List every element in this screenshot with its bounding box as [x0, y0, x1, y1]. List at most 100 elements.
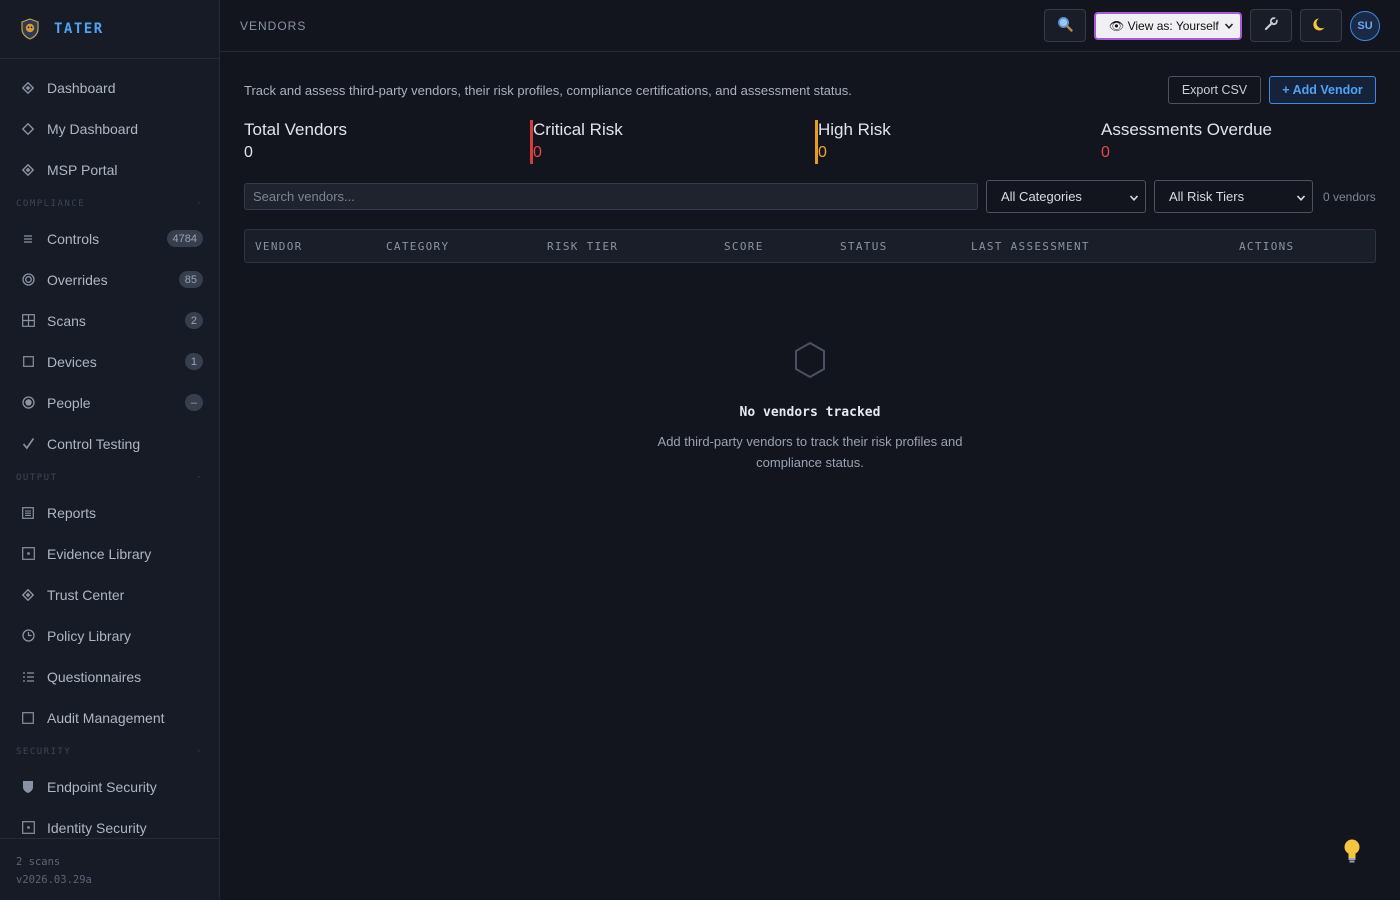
- export-csv-button[interactable]: Export CSV: [1168, 76, 1261, 104]
- add-vendor-button[interactable]: + Add Vendor: [1269, 76, 1376, 104]
- avatar[interactable]: SU: [1350, 11, 1380, 41]
- sidebar-item-label: Devices: [47, 353, 97, 370]
- collapse-icon: ·: [196, 473, 203, 483]
- sidebar-item-my-dashboard[interactable]: My Dashboard: [0, 108, 219, 149]
- sidebar-item-trust-center[interactable]: Trust Center: [0, 574, 219, 615]
- shield-icon: [20, 779, 36, 795]
- sidebar-item-label: Questionnaires: [47, 668, 142, 685]
- sidebar-item-label: Evidence Library: [47, 545, 152, 562]
- stat-total-vendors: Total Vendors 0: [244, 120, 347, 164]
- sidebar-item-label: Reports: [47, 504, 97, 521]
- square-icon: [20, 710, 36, 726]
- category-select-value: All Categories: [1001, 189, 1082, 204]
- section-security[interactable]: SECURITY ·: [0, 738, 219, 766]
- view-as-label: 👁 View as: Yourself: [1109, 19, 1219, 33]
- tater-logo-icon: [20, 18, 40, 40]
- sidebar-item-questionnaires[interactable]: Questionnaires: [0, 656, 219, 697]
- brand[interactable]: TATER: [0, 0, 219, 59]
- stat-value: 0: [244, 144, 253, 161]
- diamond-icon: [20, 587, 36, 603]
- tips-button[interactable]: [1337, 836, 1367, 870]
- sidebar-item-label: Identity Security: [47, 819, 147, 836]
- lightbulb-icon: [1342, 838, 1362, 868]
- stat-label: Assessments Overdue: [1101, 120, 1273, 139]
- sidebar-item-label: Dashboard: [47, 79, 116, 96]
- column-header[interactable]: LAST ASSESSMENT: [971, 240, 1090, 253]
- sidebar-item-audit-management[interactable]: Audit Management: [0, 697, 219, 738]
- stat-accent-bar: [530, 120, 533, 164]
- sidebar-item-evidence-library[interactable]: Evidence Library: [0, 533, 219, 574]
- app-name: TATER: [54, 21, 104, 37]
- stat-value: 0: [1101, 144, 1110, 161]
- count-badge: –: [184, 394, 203, 411]
- sidebar-item-label: Overrides: [47, 271, 108, 288]
- sidebar-item-dashboard[interactable]: Dashboard: [0, 67, 219, 108]
- breadcrumb: VENDORS: [240, 18, 307, 33]
- search-input[interactable]: [244, 183, 978, 210]
- sidebar-item-endpoint-security[interactable]: Endpoint Security: [0, 766, 219, 807]
- vendor-table-header: VENDOR CATEGORY RISK TIER SCORE STATUS L…: [244, 229, 1376, 263]
- scan-count: 2 scans: [16, 856, 61, 868]
- sidebar: TATER Dashboard My Dashboard MSP Portal …: [0, 0, 220, 900]
- category-select[interactable]: All Categories: [986, 180, 1146, 213]
- moon-icon: [1313, 16, 1329, 36]
- sidebar-footer: 2 scans v2026.03.29a: [0, 838, 219, 900]
- risk-tier-select[interactable]: All Risk Tiers: [1154, 180, 1313, 213]
- stat-high-risk: High Risk 0: [815, 120, 891, 164]
- sidebar-item-policy-library[interactable]: Policy Library: [0, 615, 219, 656]
- wrench-icon: [1263, 16, 1279, 36]
- id-icon: [20, 820, 36, 836]
- list-icon: [20, 231, 36, 247]
- sidebar-nav: Dashboard My Dashboard MSP Portal COMPLI…: [0, 59, 219, 838]
- sidebar-item-reports[interactable]: Reports: [0, 492, 219, 533]
- check-icon: [20, 436, 36, 452]
- sidebar-item-controls[interactable]: Controls 4784: [0, 218, 219, 259]
- grid-icon: [20, 313, 36, 329]
- stat-assessments-overdue: Assessments Overdue 0: [1101, 120, 1272, 164]
- section-compliance[interactable]: COMPLIANCE ·: [0, 190, 219, 218]
- count-badge: 85: [178, 271, 203, 288]
- column-header[interactable]: CATEGORY: [386, 240, 449, 253]
- version: v2026.03.29a: [16, 874, 92, 886]
- sidebar-item-devices[interactable]: Devices 1: [0, 341, 219, 382]
- tools-button[interactable]: [1250, 9, 1292, 42]
- stat-critical-risk: Critical Risk 0: [530, 120, 623, 164]
- main-content: Track and assess third-party vendors, th…: [220, 53, 1400, 900]
- view-as-select[interactable]: 👁 View as: Yourself: [1094, 12, 1242, 40]
- column-header[interactable]: VENDOR: [255, 240, 303, 253]
- column-header[interactable]: STATUS: [840, 240, 888, 253]
- sidebar-item-label: People: [47, 394, 91, 411]
- column-header: ACTIONS: [1239, 240, 1295, 253]
- topbar: VENDORS 👁 View as: Yourself SU: [220, 0, 1400, 52]
- column-header[interactable]: SCORE: [724, 240, 764, 253]
- count-badge: 2: [184, 312, 203, 329]
- theme-toggle-button[interactable]: [1300, 9, 1342, 42]
- evidence-icon: [20, 546, 36, 562]
- sidebar-item-overrides[interactable]: Overrides 85: [0, 259, 219, 300]
- page-description: Track and assess third-party vendors, th…: [244, 83, 852, 98]
- stat-label: Critical Risk: [533, 120, 623, 139]
- vendor-count: 0 vendors: [1323, 190, 1376, 204]
- count-badge: 4784: [166, 230, 203, 247]
- magnifier-icon: [1057, 16, 1073, 36]
- chevron-down-icon: [1129, 191, 1139, 206]
- search-button[interactable]: [1044, 9, 1086, 42]
- sidebar-item-control-testing[interactable]: Control Testing: [0, 423, 219, 464]
- sidebar-item-label: Controls: [47, 230, 100, 247]
- hexagon-icon: [792, 340, 828, 384]
- sidebar-item-msp-portal[interactable]: MSP Portal: [0, 149, 219, 190]
- empty-state-description: Add third-party vendors to track their r…: [657, 434, 963, 470]
- collapse-icon: ·: [196, 747, 203, 757]
- sidebar-item-people[interactable]: People –: [0, 382, 219, 423]
- diamond-icon: [20, 162, 36, 178]
- stat-label: Total Vendors: [244, 120, 348, 139]
- stat-accent-bar: [815, 120, 818, 164]
- sidebar-item-label: Endpoint Security: [47, 778, 157, 795]
- section-output[interactable]: OUTPUT ·: [0, 464, 219, 492]
- sidebar-item-scans[interactable]: Scans 2: [0, 300, 219, 341]
- sidebar-item-label: Trust Center: [47, 586, 125, 603]
- sidebar-item-identity-security[interactable]: Identity Security: [0, 807, 219, 838]
- sidebar-item-label: Policy Library: [47, 627, 132, 644]
- column-header[interactable]: RISK TIER: [547, 240, 618, 253]
- sidebar-item-label: Audit Management: [47, 709, 165, 726]
